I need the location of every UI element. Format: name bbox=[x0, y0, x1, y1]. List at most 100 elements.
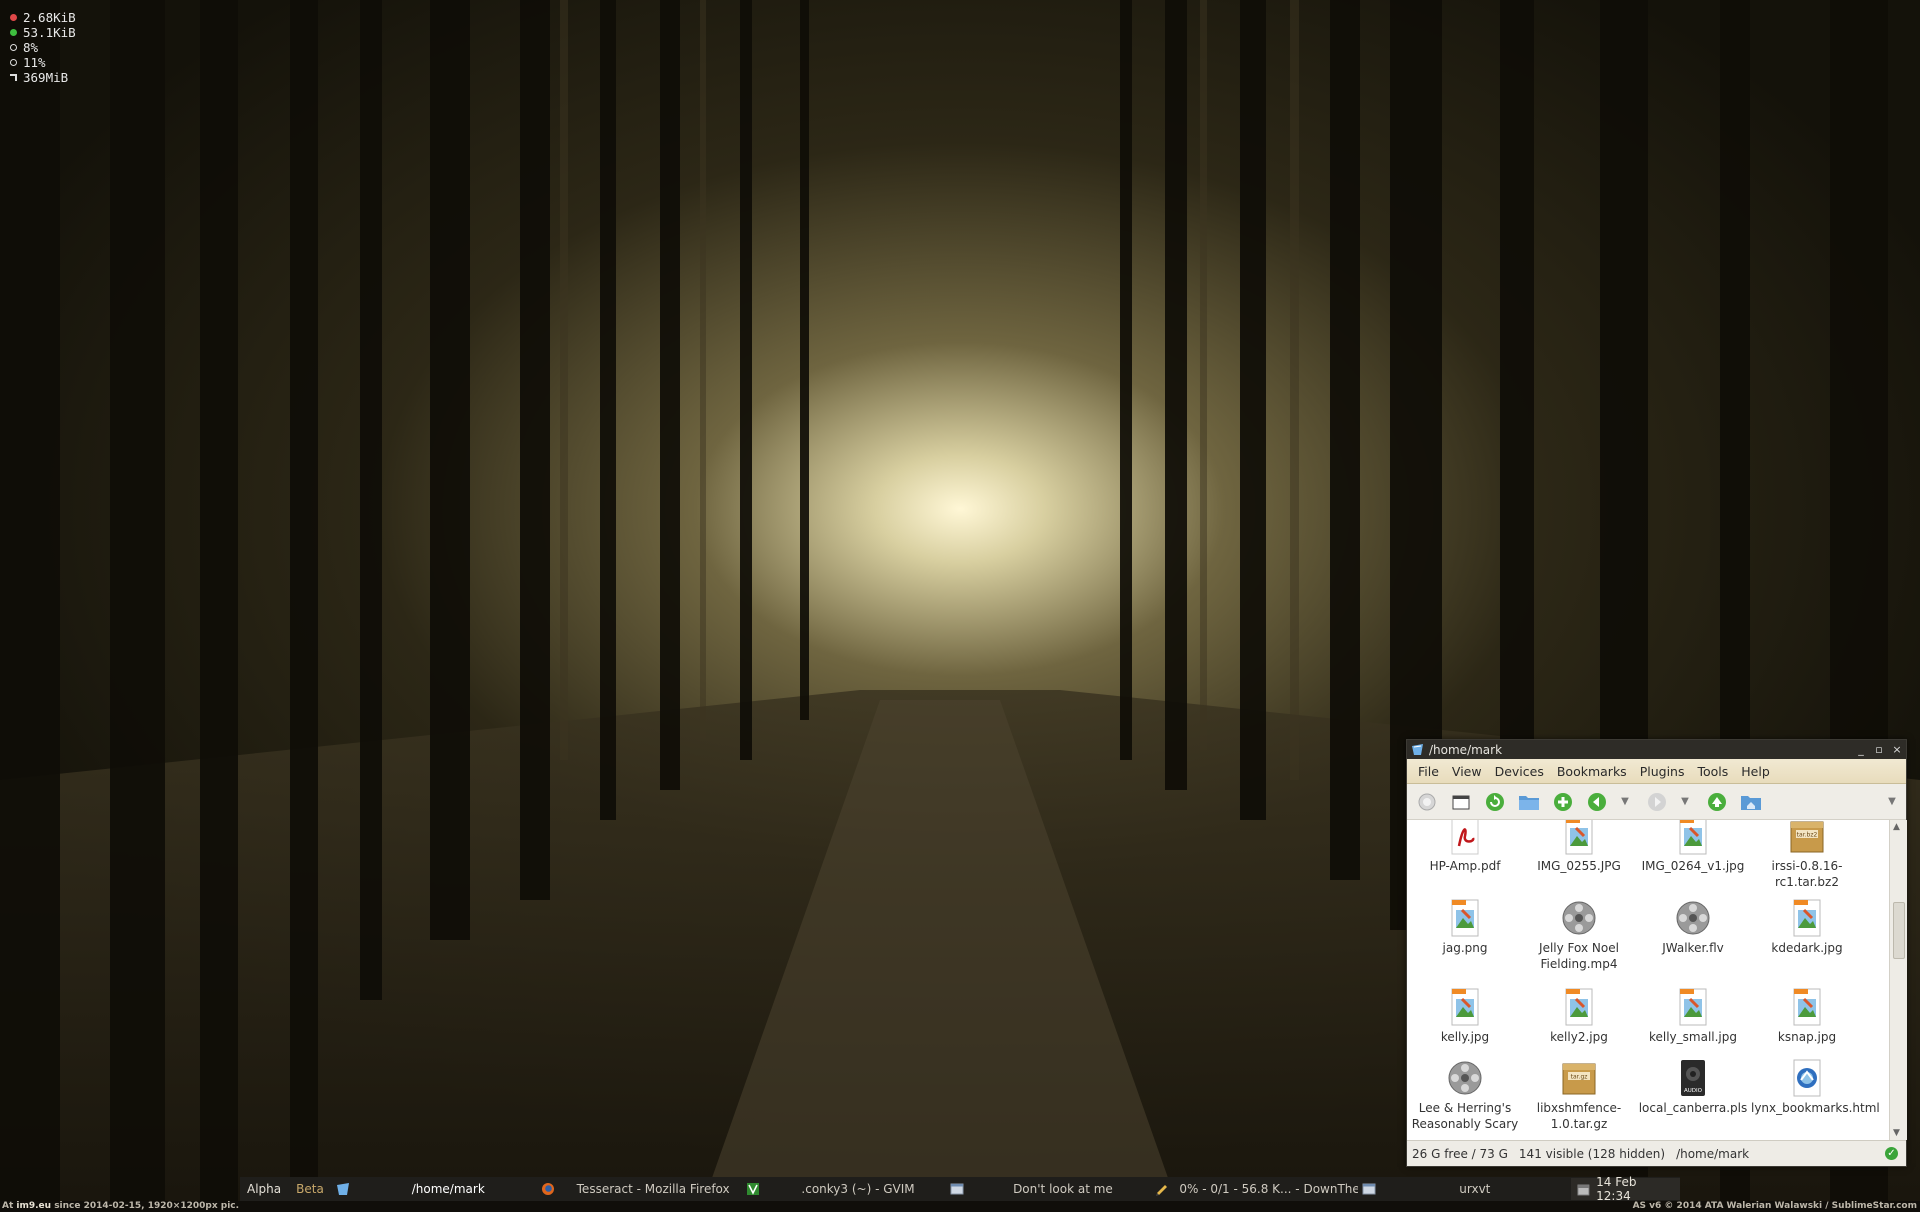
back-dropdown-icon[interactable]: ▼ bbox=[1619, 790, 1631, 814]
image-icon bbox=[1793, 899, 1821, 937]
file-name: HP-Amp.pdf bbox=[1429, 859, 1501, 873]
toolbar-overflow-icon[interactable]: ▼ bbox=[1886, 790, 1898, 814]
file-name: Jelly Fox Noel Fielding.mp4 bbox=[1539, 941, 1619, 971]
maximize-button[interactable]: ▫ bbox=[1870, 743, 1888, 756]
file-item[interactable]: jag.png bbox=[1409, 898, 1521, 956]
calendar-icon bbox=[1577, 1184, 1590, 1195]
file-item[interactable]: kdedark.jpg bbox=[1751, 898, 1863, 956]
file-name: libxshmfence-1.0.tar.gz bbox=[1536, 1101, 1622, 1131]
image-icon bbox=[1565, 820, 1593, 855]
file-item[interactable]: tar.gz libxshmfence-1.0.tar.gz bbox=[1523, 1058, 1635, 1132]
archive-icon: tar.bz2 bbox=[1790, 821, 1824, 853]
net-up-value: 53.1KiB bbox=[23, 25, 76, 40]
menu-bookmarks[interactable]: Bookmarks bbox=[1555, 764, 1629, 779]
file-item[interactable]: HP-Amp.pdf bbox=[1409, 820, 1521, 874]
minimize-button[interactable]: _ bbox=[1852, 743, 1870, 756]
forward-dropdown-icon[interactable]: ▼ bbox=[1679, 790, 1691, 814]
scroll-up-icon[interactable]: ▲ bbox=[1893, 822, 1900, 832]
file-item[interactable]: AUDIO local_canberra.pls bbox=[1637, 1058, 1749, 1116]
file-item[interactable]: lynx_bookmarks.html bbox=[1751, 1058, 1880, 1116]
cpu2-value: 11% bbox=[23, 55, 46, 70]
file-name: IMG_0255.JPG bbox=[1537, 859, 1621, 873]
task-label: .conky3 (~) - GVIM bbox=[801, 1182, 915, 1196]
forward-icon[interactable] bbox=[1645, 790, 1669, 814]
image-icon bbox=[1793, 988, 1821, 1026]
menu-devices[interactable]: Devices bbox=[1493, 764, 1546, 779]
folder-icon[interactable] bbox=[1517, 790, 1541, 814]
vertical-scrollbar[interactable]: ▲ ▼ bbox=[1889, 820, 1907, 1140]
back-icon[interactable] bbox=[1585, 790, 1609, 814]
menu-plugins[interactable]: Plugins bbox=[1638, 764, 1687, 779]
menu-bar: File View Devices Bookmarks Plugins Tool… bbox=[1407, 759, 1906, 784]
html-icon bbox=[1793, 1059, 1821, 1097]
file-item[interactable]: kelly2.jpg bbox=[1523, 987, 1635, 1045]
task-file-manager[interactable]: /home/mark bbox=[332, 1177, 537, 1201]
clock[interactable]: 14 Feb 12:34 bbox=[1571, 1175, 1680, 1203]
reload-icon[interactable] bbox=[1483, 790, 1507, 814]
file-icon-view[interactable]: HP-Amp.pdf IMG_0255.JPG IMG_0264_v1.jpg tar… bbox=[1407, 820, 1889, 1140]
watermark-footer: At im9.eu since 2014-02-15, 1920×1200px … bbox=[0, 1201, 1920, 1212]
file-item[interactable]: tar.bz2 irssi-0.8.16-rc1.tar.bz2 bbox=[1751, 820, 1863, 890]
image-icon bbox=[1679, 820, 1707, 855]
task-urxvt[interactable]: urxvt bbox=[1358, 1177, 1563, 1201]
status-bar: 26 G free / 73 G 141 visible (128 hidden… bbox=[1407, 1140, 1906, 1166]
file-name: jag.png bbox=[1442, 941, 1488, 955]
net-down-value: 2.68KiB bbox=[23, 10, 76, 25]
menu-tools[interactable]: Tools bbox=[1695, 764, 1730, 779]
memory-indicator-icon bbox=[10, 74, 17, 81]
file-item[interactable]: ksnap.jpg bbox=[1751, 987, 1863, 1045]
vim-icon bbox=[746, 1183, 759, 1195]
cpu-indicator-icon bbox=[10, 44, 17, 51]
file-item[interactable]: kelly_small.jpg bbox=[1637, 987, 1749, 1045]
menu-view[interactable]: View bbox=[1450, 764, 1484, 779]
task-label: urxvt bbox=[1459, 1182, 1491, 1196]
footer-left-prefix: At bbox=[2, 1201, 17, 1211]
task-dont-look[interactable]: Don't look at me bbox=[946, 1177, 1151, 1201]
file-name: kelly_small.jpg bbox=[1648, 1030, 1738, 1044]
task-gvim[interactable]: .conky3 (~) - GVIM bbox=[742, 1177, 947, 1201]
disk-free: 26 G free / 73 G bbox=[1412, 1146, 1508, 1161]
cpu-indicator-icon bbox=[10, 59, 17, 66]
file-name: local_canberra.pls bbox=[1638, 1101, 1748, 1115]
footer-site-link[interactable]: im9.eu bbox=[16, 1201, 51, 1211]
scroll-thumb[interactable] bbox=[1893, 902, 1905, 959]
file-item[interactable]: Jelly Fox Noel Fielding.mp4 bbox=[1523, 898, 1635, 972]
task-label: Tesseract - Mozilla Firefox bbox=[576, 1182, 730, 1196]
file-item[interactable]: IMG_0255.JPG bbox=[1523, 820, 1635, 874]
scroll-down-icon[interactable]: ▼ bbox=[1893, 1128, 1900, 1138]
cpu1-value: 8% bbox=[23, 40, 39, 55]
stop-icon[interactable] bbox=[1415, 790, 1439, 814]
up-icon[interactable] bbox=[1705, 790, 1729, 814]
file-item[interactable]: IMG_0264_v1.jpg bbox=[1637, 820, 1749, 874]
clock-text: 14 Feb 12:34 bbox=[1596, 1175, 1637, 1203]
terminal-icon bbox=[1362, 1183, 1376, 1195]
file-name: kelly.jpg bbox=[1440, 1030, 1490, 1044]
add-icon[interactable] bbox=[1551, 790, 1575, 814]
workspace-beta[interactable]: Beta bbox=[289, 1182, 332, 1196]
conky-monitor: 2.68KiB 53.1KiB 8% 11% 369MiB bbox=[10, 10, 76, 85]
file-item[interactable]: kelly.jpg bbox=[1409, 987, 1521, 1045]
task-firefox[interactable]: Tesseract - Mozilla Firefox bbox=[537, 1177, 742, 1201]
window-icon bbox=[950, 1183, 964, 1195]
image-icon bbox=[1451, 988, 1479, 1026]
check-icon: ✓ bbox=[1885, 1147, 1898, 1160]
title-bar[interactable]: /home/mark _ ▫ × bbox=[1407, 740, 1906, 759]
file-item[interactable]: JWalker.flv bbox=[1637, 898, 1749, 956]
status-path: /home/mark bbox=[1676, 1146, 1750, 1161]
new-tab-icon[interactable] bbox=[1449, 790, 1473, 814]
window-title: /home/mark bbox=[1429, 742, 1503, 757]
close-button[interactable]: × bbox=[1888, 743, 1906, 756]
workspace-alpha[interactable]: Alpha bbox=[240, 1182, 289, 1196]
file-manager-window[interactable]: /home/mark _ ▫ × File View Devices Bookm… bbox=[1406, 739, 1907, 1167]
file-item[interactable]: Lee & Herring's Reasonably Scary bbox=[1409, 1058, 1521, 1132]
menu-help[interactable]: Help bbox=[1739, 764, 1772, 779]
file-name: kelly2.jpg bbox=[1550, 1030, 1608, 1044]
home-icon[interactable] bbox=[1739, 790, 1763, 814]
task-label: /home/mark bbox=[411, 1182, 485, 1196]
video-icon bbox=[1448, 1061, 1482, 1095]
audio-icon: AUDIO bbox=[1681, 1060, 1705, 1096]
svg-text:AUDIO: AUDIO bbox=[1684, 1088, 1703, 1094]
menu-file[interactable]: File bbox=[1416, 764, 1441, 779]
task-downthemall[interactable]: 0% - 0/1 - 56.8 K... - DownThemAll! bbox=[1151, 1177, 1358, 1201]
pdf-icon bbox=[1451, 820, 1479, 855]
